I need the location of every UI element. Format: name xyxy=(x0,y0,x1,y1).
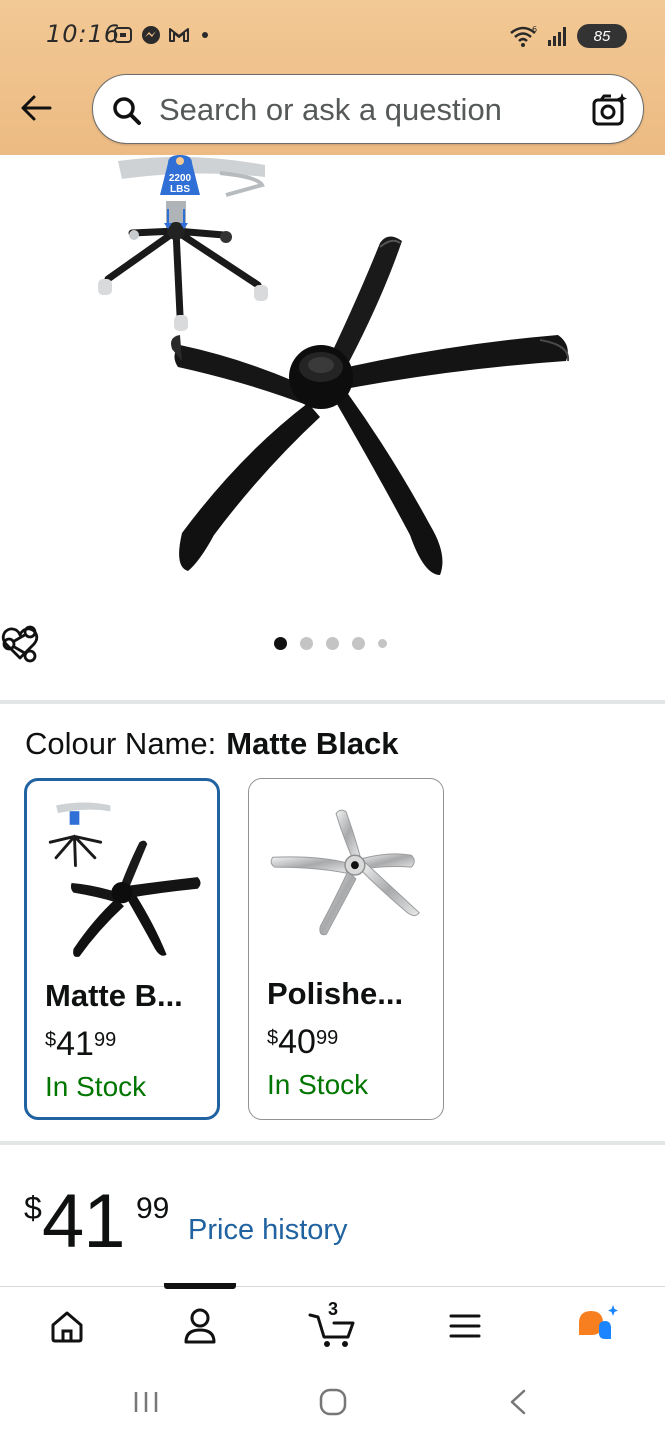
menu-icon[interactable] xyxy=(440,1301,490,1351)
image-pagination-dots xyxy=(274,637,387,650)
variation-option-matte-black[interactable]: Matte B... $4199 In Stock xyxy=(24,778,220,1120)
pagination-dot[interactable] xyxy=(300,637,313,650)
pagination-dot[interactable] xyxy=(378,639,387,648)
colour-name-label: Colour Name: Matte Black xyxy=(25,726,399,762)
home-icon[interactable] xyxy=(42,1301,92,1351)
status-bar: 10:16 6 85 xyxy=(0,0,665,70)
price-whole: 41 xyxy=(42,1179,126,1264)
variation-option-polished[interactable]: Polishe... $4099 In Stock xyxy=(248,778,444,1120)
camera-search-icon[interactable] xyxy=(591,91,629,129)
share-icon[interactable] xyxy=(0,624,40,664)
recent-apps-icon[interactable] xyxy=(128,1384,164,1420)
price-fraction: 99 xyxy=(136,1192,170,1225)
search-input[interactable] xyxy=(159,87,579,133)
svg-text:LBS: LBS xyxy=(170,184,190,195)
app-header: 10:16 6 85 Search or ask a question xyxy=(0,0,665,155)
svg-text:6: 6 xyxy=(532,25,537,34)
system-back-icon[interactable] xyxy=(501,1384,537,1420)
pagination-dot[interactable] xyxy=(274,637,287,650)
gmail-icon xyxy=(169,28,189,42)
system-navigation-bar xyxy=(0,1366,665,1440)
bottom-navigation: 3 xyxy=(0,1283,665,1366)
section-divider xyxy=(0,700,665,704)
battery-indicator: 85 xyxy=(577,24,627,48)
section-divider xyxy=(0,1141,665,1145)
pagination-dot[interactable] xyxy=(352,637,365,650)
search-bar[interactable] xyxy=(92,74,644,144)
screenshot-icon xyxy=(114,27,132,43)
variation-name: Matte B... xyxy=(45,978,183,1013)
chair-base-main xyxy=(171,236,570,575)
wifi-icon: 6 xyxy=(510,25,537,47)
rufus-icon[interactable] xyxy=(573,1301,623,1351)
more-notifications-dot xyxy=(202,32,208,38)
cart-button[interactable]: 3 xyxy=(308,1299,358,1351)
price-currency: $ xyxy=(24,1190,42,1226)
price-history-link[interactable]: Price history xyxy=(188,1214,348,1247)
account-icon[interactable] xyxy=(175,1301,225,1351)
svg-text:2200: 2200 xyxy=(169,173,192,184)
status-time: 10:16 xyxy=(46,20,121,48)
variation-stock-status: In Stock xyxy=(267,1069,369,1100)
messenger-icon xyxy=(142,26,160,44)
variation-stock-status: In Stock xyxy=(45,1071,147,1102)
colour-label-text: Colour Name: xyxy=(25,726,217,761)
selected-colour: Matte Black xyxy=(226,726,399,761)
search-icon xyxy=(113,97,141,125)
notification-icons xyxy=(112,24,208,46)
product-image-gallery[interactable]: 2200 LBS xyxy=(0,155,665,700)
pagination-dot[interactable] xyxy=(326,637,339,650)
variation-name: Polishe... xyxy=(267,976,404,1011)
variation-thumbnail xyxy=(270,809,420,936)
signal-icon xyxy=(548,27,566,46)
product-image: 2200 LBS xyxy=(98,155,570,575)
cart-count-badge: 3 xyxy=(328,1299,339,1319)
system-status-icons: 6 85 xyxy=(509,24,627,48)
active-tab-indicator xyxy=(164,1283,236,1289)
back-arrow-icon[interactable] xyxy=(18,90,54,126)
home-button-icon[interactable] xyxy=(315,1384,351,1420)
variation-price: $4199 xyxy=(45,1025,117,1063)
variation-thumbnail xyxy=(48,802,201,957)
variation-price: $4099 xyxy=(267,1023,339,1061)
